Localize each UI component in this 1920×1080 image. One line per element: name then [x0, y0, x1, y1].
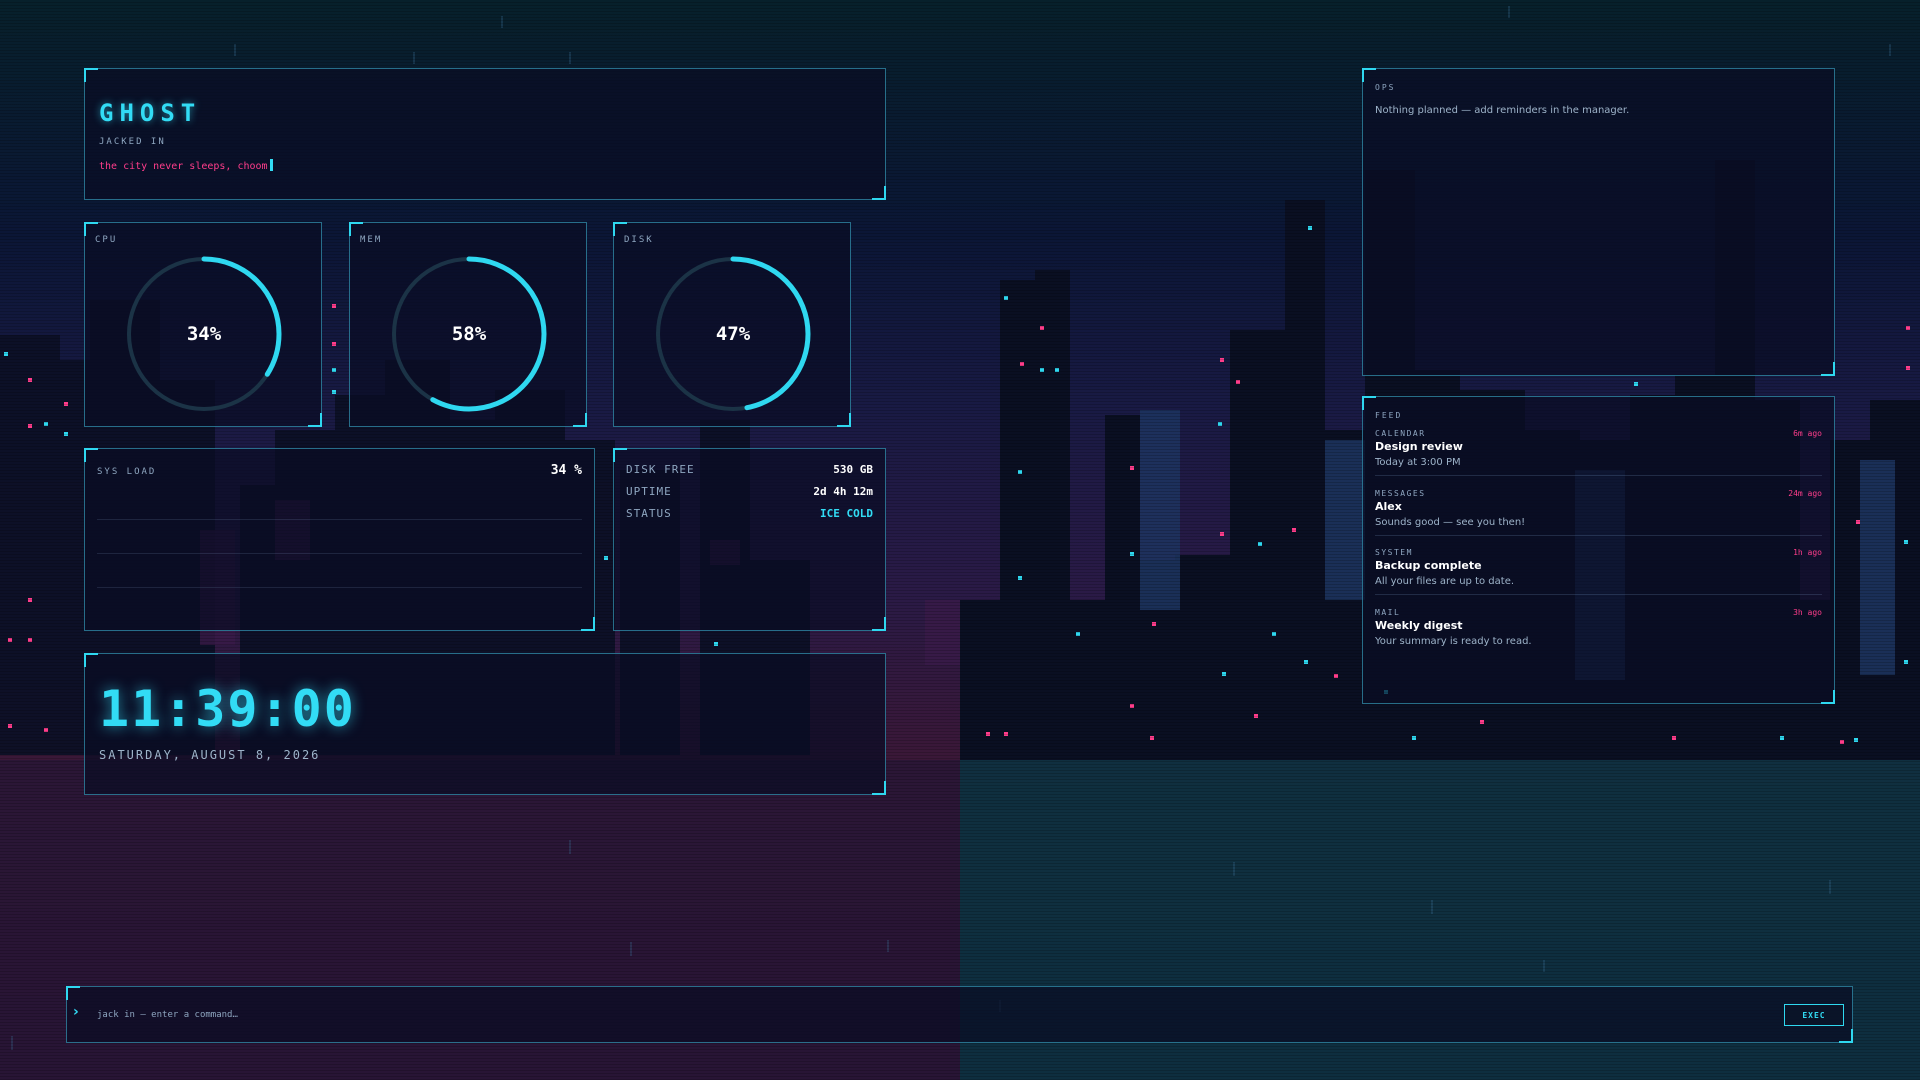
feed-divider: [1375, 475, 1822, 476]
command-input[interactable]: [97, 1005, 1497, 1025]
mem-gauge-value: 58%: [451, 323, 487, 345]
feed-item-body: Sounds good — see you then!: [1375, 517, 1526, 528]
feed-item-body: All your files are up to date.: [1375, 576, 1515, 587]
uptime-value: 2d 4h 12m: [813, 485, 873, 498]
feed-item-source: SYSTEM: [1375, 548, 1413, 557]
status-row: STATUS ICE COLD: [626, 507, 873, 525]
exec-button[interactable]: EXEC: [1784, 1004, 1844, 1026]
feed-item-source: MESSAGES: [1375, 489, 1426, 498]
feed-item-body: Your summary is ready to read.: [1375, 636, 1532, 647]
ops-panel: OPS Nothing planned — add reminders in t…: [1362, 68, 1835, 376]
sys-load-gridline: [97, 587, 582, 588]
uptime-label: UPTIME: [626, 485, 672, 498]
status-label: STATUS: [626, 507, 672, 520]
text-cursor: [269, 159, 273, 171]
sys-load-gridline: [97, 519, 582, 520]
sys-load-value: 34 %: [550, 463, 582, 478]
tagline: the city never sleeps, choom: [99, 159, 273, 172]
feed-item-time: 24m ago: [1788, 489, 1822, 498]
tagline-text: the city never sleeps, choom: [99, 161, 268, 172]
cpu-gauge-label: CPU: [95, 235, 118, 245]
feed-item[interactable]: MESSAGES 24m ago Alex Sounds good — see …: [1375, 489, 1822, 545]
clock-time: 11:39:00: [99, 680, 356, 738]
disk-gauge-panel: DISK 47%: [613, 222, 851, 427]
feed-item-title: Backup complete: [1375, 559, 1482, 572]
feed-item-body: Today at 3:00 PM: [1375, 457, 1461, 468]
command-bar: › EXEC: [66, 986, 1853, 1043]
sys-load-gridline: [97, 553, 582, 554]
feed-panel: FEED CALENDAR 6m ago Design review Today…: [1362, 396, 1835, 704]
feed-item-title: Weekly digest: [1375, 619, 1463, 632]
sys-load-panel: SYS LOAD 34 %: [84, 448, 595, 631]
status-value: ICE COLD: [820, 507, 873, 520]
clock-panel: 11:39:00 SATURDAY, AUGUST 8, 2026: [84, 653, 886, 795]
feed-item-time: 1h ago: [1793, 548, 1822, 557]
feed-item-source: CALENDAR: [1375, 429, 1426, 438]
disk-free-row: DISK FREE 530 GB: [626, 463, 873, 481]
clock-date: SATURDAY, AUGUST 8, 2026: [99, 748, 321, 762]
connection-status: JACKED IN: [99, 137, 166, 147]
feed-item[interactable]: SYSTEM 1h ago Backup complete All your f…: [1375, 548, 1822, 604]
cpu-gauge-panel: CPU 34%: [84, 222, 322, 427]
feed-item-title: Alex: [1375, 500, 1402, 513]
uptime-row: UPTIME 2d 4h 12m: [626, 485, 873, 503]
feed-divider: [1375, 594, 1822, 595]
feed-divider: [1375, 535, 1822, 536]
feed-item-source: MAIL: [1375, 608, 1401, 617]
disk-gauge-label: DISK: [624, 235, 654, 245]
app-title: GHOST: [99, 99, 202, 127]
feed-item[interactable]: MAIL 3h ago Weekly digest Your summary i…: [1375, 608, 1822, 664]
prompt-chevron-icon: ›: [73, 1004, 79, 1020]
disk-free-value: 530 GB: [833, 463, 873, 476]
feed-item[interactable]: CALENDAR 6m ago Design review Today at 3…: [1375, 429, 1822, 485]
identity-panel: GHOST JACKED IN the city never sleeps, c…: [84, 68, 886, 200]
sys-load-label: SYS LOAD: [97, 467, 157, 477]
feed-item-time: 3h ago: [1793, 608, 1822, 617]
ops-empty-message: Nothing planned — add reminders in the m…: [1375, 105, 1630, 116]
feed-item-time: 6m ago: [1793, 429, 1822, 438]
system-stats-panel: DISK FREE 530 GB UPTIME 2d 4h 12m STATUS…: [613, 448, 886, 631]
ops-label: OPS: [1375, 83, 1396, 92]
disk-gauge-value: 47%: [715, 323, 751, 345]
feed-label: FEED: [1375, 411, 1403, 420]
disk-free-label: DISK FREE: [626, 463, 695, 476]
cpu-gauge-value: 34%: [186, 323, 222, 345]
mem-gauge-panel: MEM 58%: [349, 222, 587, 427]
feed-item-title: Design review: [1375, 440, 1463, 453]
mem-gauge-label: MEM: [360, 235, 383, 245]
